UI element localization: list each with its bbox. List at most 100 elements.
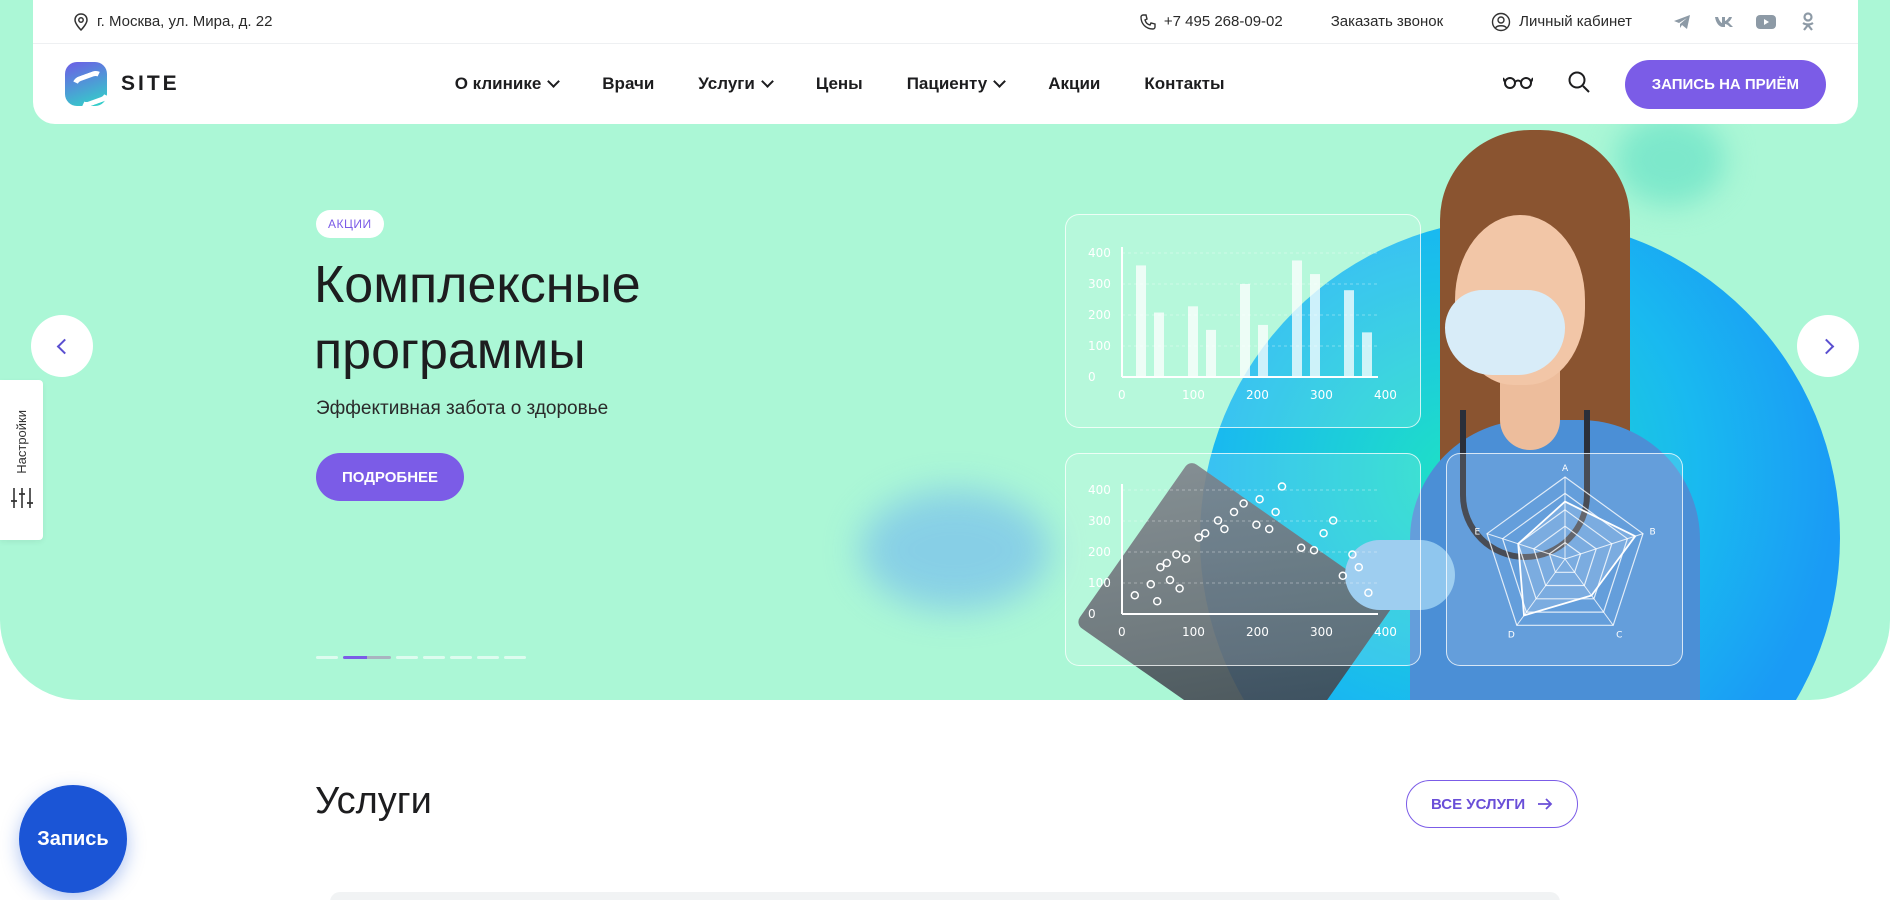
x-tick-label: 300	[1310, 388, 1333, 402]
menu-item-services[interactable]: Услуги	[698, 74, 774, 94]
slider-dot[interactable]	[423, 656, 445, 659]
x-tick-label: 100	[1182, 625, 1205, 639]
scatter-point	[1239, 499, 1248, 508]
glasses-icon[interactable]	[1501, 75, 1534, 94]
arrow-right-icon	[1538, 798, 1553, 810]
chevron-down-icon	[993, 75, 1007, 88]
x-tick-label: 100	[1182, 388, 1205, 402]
all-services-button[interactable]: ВСЕ УСЛУГИ	[1406, 780, 1579, 828]
chevron-down-icon	[760, 75, 774, 88]
slider-next-button[interactable]	[1797, 315, 1859, 377]
bar	[1206, 329, 1216, 377]
radar-label: C	[1616, 630, 1622, 640]
radar-series	[1517, 500, 1637, 617]
ok-icon[interactable]	[1798, 11, 1818, 32]
hero-subtitle: Эффективная забота о здоровье	[316, 398, 609, 419]
social-links	[1672, 11, 1818, 32]
menu: О клинике Врачи Услуги Цены Пациенту Акц…	[455, 74, 1225, 94]
callback-link[interactable]: Заказать звонок	[1331, 13, 1443, 30]
scatter-point	[1146, 580, 1156, 589]
scatter-point	[1175, 584, 1184, 593]
slider-dot[interactable]	[316, 656, 338, 659]
telegram-icon[interactable]	[1672, 12, 1692, 32]
scatter-point	[1252, 520, 1261, 529]
logo[interactable]: SITE	[65, 62, 180, 106]
settings-label: Настройки	[14, 410, 29, 474]
bar	[1362, 332, 1372, 377]
y-tick-label: 0	[1088, 607, 1096, 621]
y-tick-label: 300	[1088, 514, 1111, 528]
slider-dot[interactable]	[396, 656, 418, 659]
hero-title: Комплексные программы	[314, 256, 641, 380]
logo-mark-icon	[65, 62, 107, 106]
more-button[interactable]: ПОДРОБНЕЕ	[316, 453, 465, 501]
menu-item-prices[interactable]: Цены	[816, 74, 863, 94]
settings-tab[interactable]: Настройки	[0, 380, 43, 540]
chevron-right-icon	[1818, 338, 1834, 354]
y-tick-label: 100	[1088, 576, 1111, 590]
cabinet-link[interactable]: Личный кабинет	[1491, 12, 1632, 32]
menu-item-patient[interactable]: Пациенту	[907, 74, 1007, 94]
youtube-icon[interactable]	[1756, 12, 1776, 32]
appointment-button[interactable]: ЗАПИСЬ НА ПРИЁМ	[1624, 59, 1826, 109]
scatter-point	[1130, 591, 1140, 600]
bar	[1292, 260, 1302, 377]
y-tick-label: 200	[1088, 308, 1111, 322]
callback-text: Заказать звонок	[1330, 13, 1444, 30]
main-nav: SITE О клинике Врачи Услуги Цены Пациент…	[33, 43, 1858, 124]
floating-booking-button[interactable]: Запись	[19, 785, 127, 893]
user-icon	[1491, 12, 1511, 31]
scatter-point	[1162, 558, 1172, 568]
slider-dot[interactable]	[504, 656, 526, 659]
search-icon[interactable]	[1567, 70, 1591, 99]
x-tick-label: 0	[1118, 388, 1126, 402]
scatter-point	[1364, 588, 1373, 597]
y-tick-label: 0	[1088, 370, 1096, 384]
scatter-point	[1319, 529, 1328, 538]
slider-prev-button[interactable]	[31, 315, 93, 377]
vk-icon[interactable]	[1714, 12, 1734, 32]
services-title: Услуги	[315, 780, 432, 822]
x-tick-label: 400	[1374, 388, 1397, 402]
y-tick-label: 400	[1088, 246, 1111, 260]
top-bar: г. Москва, ул. Мира, д. 22 +7 495 268-09…	[33, 0, 1858, 43]
scatter-point	[1152, 597, 1162, 606]
x-tick-label: 200	[1246, 625, 1269, 639]
phone-icon	[1140, 13, 1156, 30]
slider-dot[interactable]	[477, 656, 499, 659]
cabinet-text: Личный кабинет	[1519, 13, 1632, 30]
x-tick-label: 400	[1374, 625, 1397, 639]
scatter-point	[1296, 543, 1306, 552]
bar	[1310, 274, 1320, 377]
menu-item-contacts[interactable]: Контакты	[1144, 74, 1224, 94]
scatter-point	[1165, 575, 1175, 585]
menu-item-promo[interactable]: Акции	[1048, 74, 1100, 94]
slider-dots	[316, 656, 526, 659]
scatter-point	[1255, 495, 1264, 504]
glass-bar-chart: 400 300 200 100 0 0 100 200 300 400	[1065, 214, 1421, 428]
sliders-icon	[10, 487, 33, 508]
scatter-point	[1338, 571, 1348, 580]
scatter-point	[1229, 507, 1239, 517]
logo-text: SITE	[121, 72, 180, 95]
menu-item-about[interactable]: О клинике	[455, 74, 561, 94]
address: г. Москва, ул. Мира, д. 22	[73, 12, 273, 31]
bar	[1240, 284, 1250, 377]
x-tick-label: 0	[1118, 625, 1126, 639]
bar	[1154, 312, 1164, 377]
address-text: г. Москва, ул. Мира, д. 22	[97, 13, 273, 30]
service-card-edge	[330, 892, 1560, 900]
y-tick-label: 100	[1088, 339, 1111, 353]
radar-label: B	[1649, 528, 1655, 538]
menu-item-doctors[interactable]: Врачи	[602, 74, 654, 94]
scatter-point	[1354, 563, 1364, 572]
bar	[1136, 265, 1146, 377]
slider-dot[interactable]	[343, 656, 391, 659]
bar	[1344, 290, 1354, 377]
scatter-point	[1220, 524, 1229, 534]
y-tick-label: 300	[1088, 277, 1111, 291]
slider-dot[interactable]	[450, 656, 472, 659]
scatter-point	[1156, 563, 1165, 572]
decor-blur	[860, 490, 1050, 610]
phone-link[interactable]: +7 495 268-09-02	[1140, 13, 1283, 30]
